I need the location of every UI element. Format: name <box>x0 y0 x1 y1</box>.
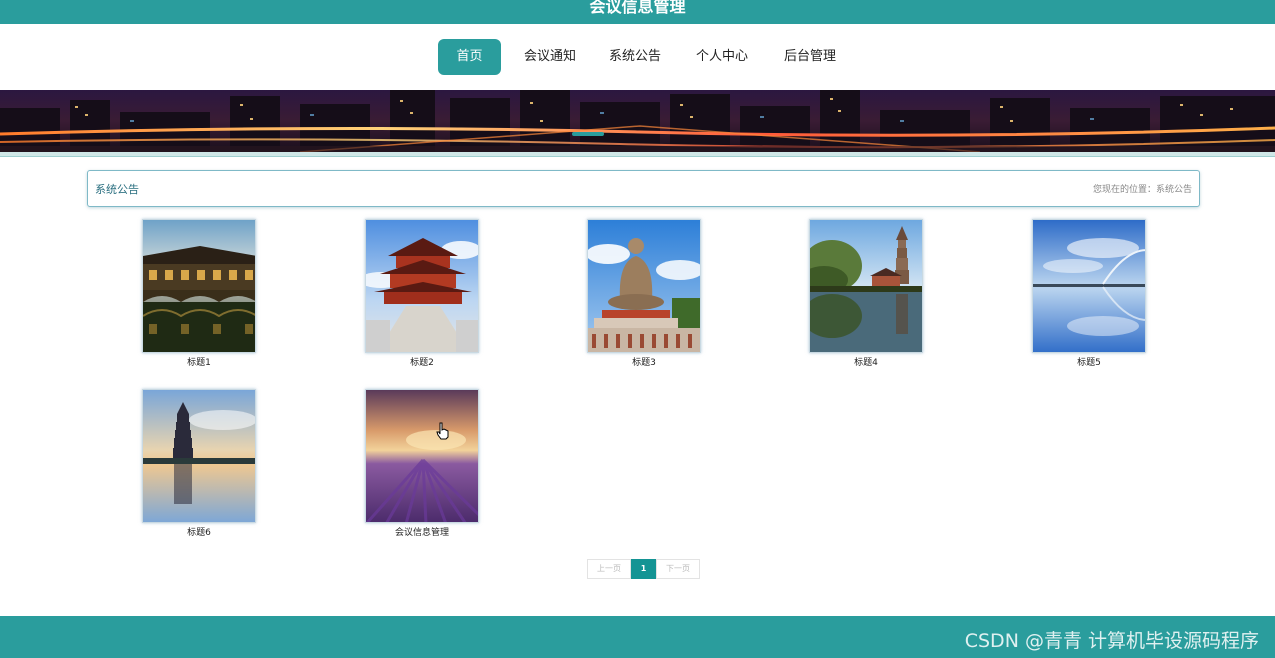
card-caption[interactable]: 标题6 <box>142 527 256 539</box>
page-1-button[interactable]: 1 <box>631 559 656 579</box>
card-caption[interactable]: 标题3 <box>587 357 701 369</box>
main-nav: 首页 会议通知 系统公告 个人中心 后台管理 <box>0 24 1275 90</box>
card-caption[interactable]: 标题4 <box>809 357 923 369</box>
list-item[interactable]: 标题6 <box>142 389 256 539</box>
section-title: 系统公告 <box>95 183 139 196</box>
lavender-field-thumbnail[interactable] <box>365 389 479 523</box>
watermark-text: CSDN @青青 计算机毕设源码程序 <box>964 630 1259 652</box>
site-title: 会议信息管理 <box>589 0 686 16</box>
list-item[interactable]: 标题3 <box>587 219 701 369</box>
carousel-indicator[interactable] <box>572 132 604 136</box>
list-item[interactable]: 标题4 <box>809 219 923 369</box>
nav-item-user-center[interactable]: 个人中心 <box>688 39 756 75</box>
card-caption[interactable]: 标题2 <box>365 357 479 369</box>
list-item[interactable]: 标题2 <box>365 219 479 369</box>
city-night-banner-image <box>0 90 1275 152</box>
list-item[interactable]: 标题1 <box>142 219 256 369</box>
section-header: 系统公告 您现在的位置：系统公告 <box>87 170 1200 207</box>
nav-item-announcements[interactable]: 系统公告 <box>601 39 669 75</box>
buddha-statue-thumbnail[interactable] <box>587 219 701 353</box>
card-caption[interactable]: 会议信息管理 <box>365 527 479 539</box>
banner-divider <box>0 152 1275 157</box>
temple-pavilion-thumbnail[interactable] <box>365 219 479 353</box>
banner-carousel[interactable] <box>0 90 1275 152</box>
pagoda-lake-thumbnail[interactable] <box>809 219 923 353</box>
footer: CSDN @青青 计算机毕设源码程序 <box>0 616 1275 658</box>
next-page-button[interactable]: 下一页 <box>656 559 700 579</box>
card-caption[interactable]: 标题1 <box>142 357 256 369</box>
list-item[interactable]: 标题5 <box>1032 219 1146 369</box>
covered-bridge-thumbnail[interactable] <box>142 219 256 353</box>
hand-pointer-cursor-icon <box>436 422 449 440</box>
nav-item-home[interactable]: 首页 <box>438 39 501 75</box>
card-caption[interactable]: 标题5 <box>1032 357 1146 369</box>
list-item[interactable]: 会议信息管理 <box>365 389 479 539</box>
prev-page-button[interactable]: 上一页 <box>587 559 631 579</box>
nav-item-meeting-notices[interactable]: 会议通知 <box>516 39 584 75</box>
bridge-sky-reflection-thumbnail[interactable] <box>1032 219 1146 353</box>
breadcrumb: 您现在的位置：系统公告 <box>1092 185 1192 195</box>
nav-item-admin[interactable]: 后台管理 <box>776 39 844 75</box>
tower-sunset-thumbnail[interactable] <box>142 389 256 523</box>
